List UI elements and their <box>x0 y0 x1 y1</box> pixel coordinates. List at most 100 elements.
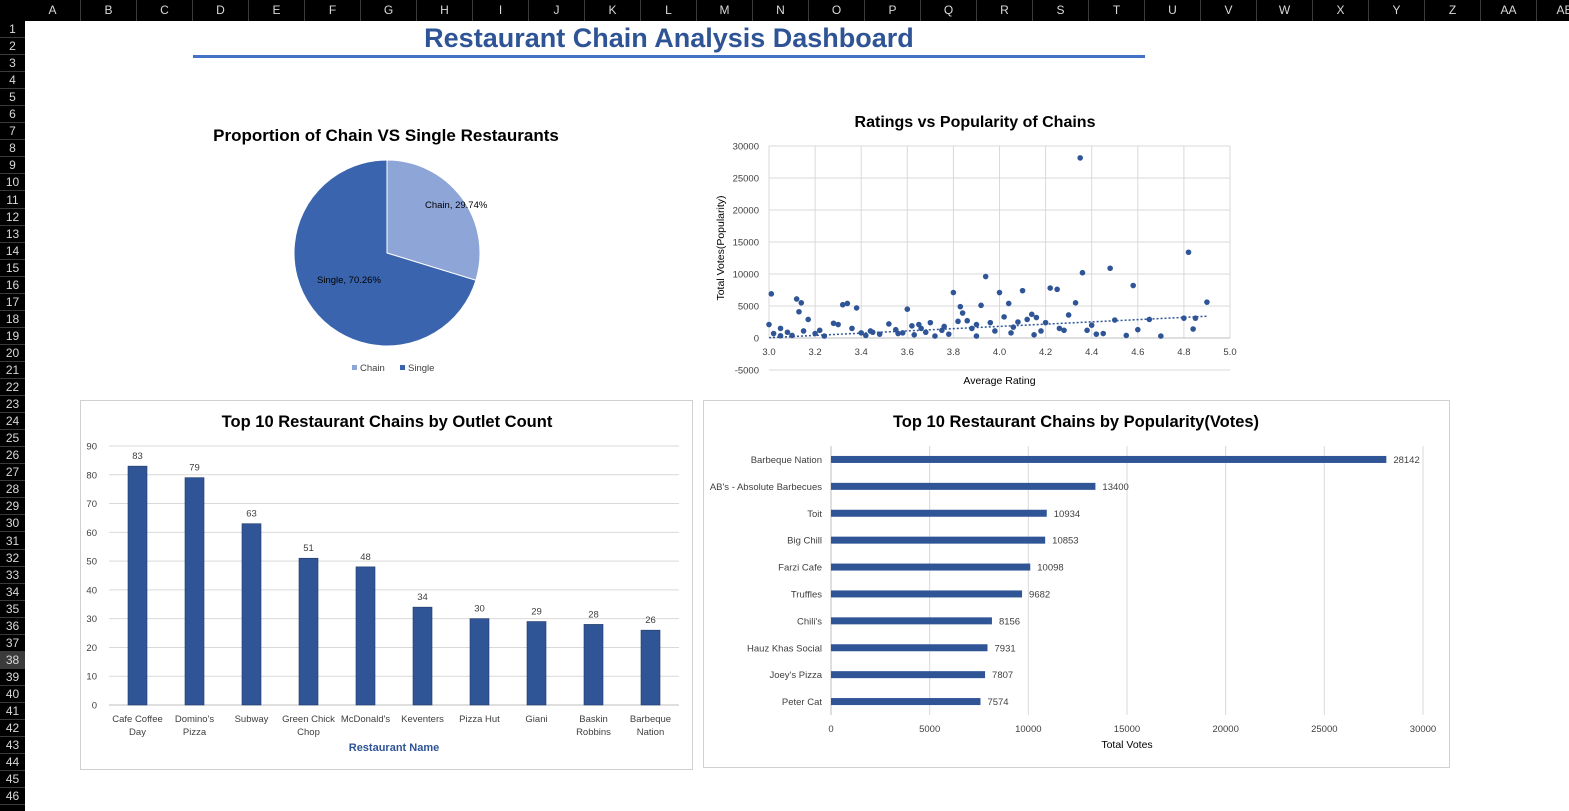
scatter-point[interactable] <box>770 330 777 337</box>
scatter-point[interactable] <box>1065 312 1072 318</box>
row-header-31[interactable]: 31 <box>0 533 25 550</box>
scatter-chart-ratings-vs-popularity[interactable]: Ratings vs Popularity of Chains 30000 2500… <box>703 105 1263 395</box>
row-header-39[interactable]: 39 <box>0 669 25 686</box>
row-header-29[interactable]: 29 <box>0 498 25 516</box>
column-header-J[interactable]: J <box>529 0 585 21</box>
row-header-12[interactable]: 12 <box>0 209 25 226</box>
scatter-point[interactable] <box>793 296 800 302</box>
scatter-point[interactable] <box>835 321 841 328</box>
column-header-V[interactable]: V <box>1201 0 1257 21</box>
bar[interactable] <box>831 644 988 652</box>
row-header-11[interactable]: 11 <box>0 192 25 209</box>
row-header-42[interactable]: 42 <box>0 720 25 738</box>
column-header-W[interactable]: W <box>1257 0 1313 21</box>
row-header-28[interactable]: 28 <box>0 481 25 499</box>
row-header-20[interactable]: 20 <box>0 345 25 362</box>
column-header-C[interactable]: C <box>137 0 193 21</box>
row-header-46[interactable]: 46 <box>0 788 25 806</box>
bar[interactable] <box>831 536 1046 544</box>
row-header-14[interactable]: 14 <box>0 243 25 260</box>
bar[interactable] <box>640 629 661 706</box>
row-header-1[interactable]: 1 <box>0 21 25 39</box>
scatter-point[interactable] <box>1204 299 1210 305</box>
scatter-point[interactable] <box>1107 265 1113 272</box>
scatter-point[interactable] <box>1056 325 1063 332</box>
column-header-M[interactable]: M <box>697 0 753 21</box>
scatter-point[interactable] <box>911 332 918 338</box>
row-header-22[interactable]: 22 <box>0 379 25 397</box>
scatter-point[interactable] <box>1093 331 1100 337</box>
column-header-AB[interactable]: AB <box>1537 0 1569 21</box>
scatter-point[interactable] <box>1028 311 1035 318</box>
scatter-point[interactable] <box>987 319 994 326</box>
column-header-A[interactable]: A <box>25 0 81 21</box>
scatter-point[interactable] <box>777 325 784 332</box>
bar[interactable] <box>184 477 205 706</box>
column-header-Q[interactable]: Q <box>921 0 977 21</box>
row-header-27[interactable]: 27 <box>0 464 25 482</box>
column-header-R[interactable]: R <box>977 0 1033 21</box>
column-header-T[interactable]: T <box>1089 0 1145 21</box>
column-header-O[interactable]: O <box>809 0 865 21</box>
column-header-X[interactable]: X <box>1313 0 1369 21</box>
bar[interactable] <box>526 621 547 706</box>
row-header-10[interactable]: 10 <box>0 174 25 192</box>
column-header-Y[interactable]: Y <box>1369 0 1425 21</box>
scatter-point[interactable] <box>816 327 823 334</box>
scatter-point[interactable] <box>945 331 952 337</box>
scatter-point[interactable] <box>1038 328 1044 334</box>
column-header-Z[interactable]: Z <box>1425 0 1481 21</box>
scatter-point[interactable] <box>800 328 807 334</box>
scatter-point[interactable] <box>1072 300 1079 306</box>
scatter-point[interactable] <box>1005 300 1012 307</box>
row-header-4[interactable]: 4 <box>0 72 25 90</box>
row-header-41[interactable]: 41 <box>0 703 25 721</box>
column-header-E[interactable]: E <box>249 0 305 21</box>
scatter-point[interactable] <box>1015 319 1021 325</box>
scatter-point[interactable] <box>932 333 938 339</box>
bar[interactable] <box>831 617 992 625</box>
row-header-5[interactable]: 5 <box>0 89 25 107</box>
row-header-13[interactable]: 13 <box>0 226 25 243</box>
scatter-point[interactable] <box>973 321 980 328</box>
scatter-point[interactable] <box>978 302 984 309</box>
row-header-26[interactable]: 26 <box>0 447 25 465</box>
scatter-point[interactable] <box>1079 269 1086 276</box>
column-header-F[interactable]: F <box>305 0 361 21</box>
scatter-point[interactable] <box>957 303 964 310</box>
row-header-43[interactable]: 43 <box>0 737 25 755</box>
scatter-point[interactable] <box>789 332 795 339</box>
column-header-K[interactable]: K <box>585 0 641 21</box>
scatter-point[interactable] <box>796 308 802 315</box>
row-header-25[interactable]: 25 <box>0 430 25 448</box>
scatter-point[interactable] <box>955 318 961 325</box>
scatter-point[interactable] <box>1001 314 1007 320</box>
row-header-15[interactable]: 15 <box>0 260 25 277</box>
scatter-point[interactable] <box>768 291 775 297</box>
scatter-point[interactable] <box>784 329 791 336</box>
row-header-37[interactable]: 37 <box>0 635 25 652</box>
column-header-L[interactable]: L <box>641 0 697 21</box>
column-header-H[interactable]: H <box>417 0 473 21</box>
row-header-23[interactable]: 23 <box>0 396 25 414</box>
scatter-point[interactable] <box>927 319 934 326</box>
bar[interactable] <box>583 624 604 706</box>
row-header-30[interactable]: 30 <box>0 515 25 533</box>
row-header-17[interactable]: 17 <box>0 294 25 311</box>
row-header-6[interactable]: 6 <box>0 106 25 124</box>
bar[interactable] <box>831 590 1023 598</box>
scatter-point[interactable] <box>1008 330 1014 336</box>
scatter-point[interactable] <box>1084 327 1090 334</box>
row-header-40[interactable]: 40 <box>0 686 25 703</box>
pie-chart-chain-vs-single[interactable]: Proportion of Chain VS Single Restaurant… <box>80 105 692 390</box>
row-header-2[interactable]: 2 <box>0 38 25 56</box>
bar[interactable] <box>412 606 433 706</box>
scatter-point[interactable] <box>1031 332 1037 338</box>
row-header-8[interactable]: 8 <box>0 140 25 158</box>
row-header-34[interactable]: 34 <box>0 584 25 601</box>
row-header-18[interactable]: 18 <box>0 311 25 328</box>
row-header-33[interactable]: 33 <box>0 567 25 584</box>
scatter-point[interactable] <box>886 321 892 327</box>
scatter-point[interactable] <box>844 300 851 307</box>
bar[interactable] <box>298 557 319 706</box>
